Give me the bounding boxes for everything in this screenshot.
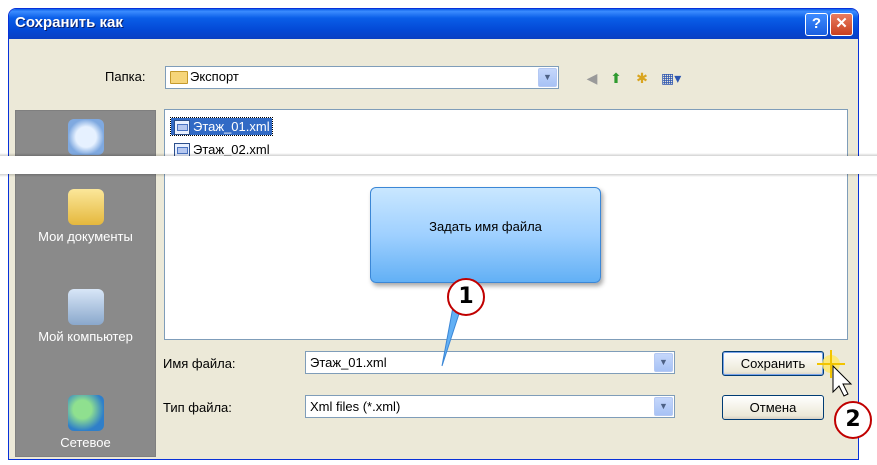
place-network[interactable]: Сетевое (16, 395, 155, 450)
chevron-down-icon[interactable]: ▼ (654, 353, 673, 372)
filename-label: Имя файла: (163, 356, 236, 371)
callout-bubble: Задать имя файла (370, 187, 601, 283)
close-button[interactable]: ✕ (830, 13, 853, 36)
mouse-cursor-icon (832, 364, 853, 397)
chevron-down-icon[interactable]: ▼ (654, 397, 673, 416)
step-badge-2: 2 (834, 401, 872, 439)
place-label: Мои документы (38, 229, 133, 244)
place-my-computer[interactable]: Мой компьютер (16, 289, 155, 344)
new-folder-icon[interactable]: ✱ (632, 70, 652, 86)
place-label: Сетевое (60, 435, 111, 450)
save-button[interactable]: Сохранить (722, 351, 824, 376)
chevron-down-icon[interactable]: ▼ (538, 68, 557, 87)
file-name: Этаж_01.xml (193, 119, 270, 134)
window-title: Сохранить как (15, 14, 123, 31)
filetype-label: Тип файла: (163, 400, 232, 415)
xml-file-icon (174, 120, 190, 135)
my-computer-icon (67, 289, 104, 325)
back-icon[interactable]: ◀ (582, 70, 602, 86)
view-menu-icon[interactable]: ▦▾ (661, 70, 681, 86)
up-folder-icon[interactable]: ⬆ (606, 70, 626, 86)
filename-input[interactable]: Этаж_01.xml ▼ (305, 351, 675, 374)
step-badge-1: 1 (447, 278, 485, 316)
filetype-select[interactable]: Xml files (*.xml) ▼ (305, 395, 675, 418)
filetype-value: Xml files (*.xml) (310, 399, 401, 414)
cancel-button[interactable]: Отмена (722, 395, 824, 420)
torn-gap (0, 156, 877, 174)
recent-documents-icon (67, 119, 104, 155)
network-icon (67, 395, 104, 431)
folder-value: Экспорт (190, 69, 239, 84)
callout-text: Задать имя файла (429, 219, 542, 234)
help-button[interactable]: ? (805, 13, 828, 36)
title-bar[interactable]: Сохранить как ? ✕ (9, 9, 858, 39)
folder-label: Папка: (105, 69, 146, 84)
folder-select[interactable]: Экспорт ▼ (165, 66, 559, 89)
my-documents-icon (67, 189, 104, 225)
torn-edge (0, 174, 877, 177)
list-item[interactable]: Этаж_01.xml (170, 117, 273, 136)
folder-icon (170, 71, 188, 84)
place-my-documents[interactable]: Мои документы (16, 189, 155, 244)
filename-value: Этаж_01.xml (310, 355, 387, 370)
click-highlight (817, 350, 853, 397)
place-label: Мой компьютер (38, 329, 133, 344)
